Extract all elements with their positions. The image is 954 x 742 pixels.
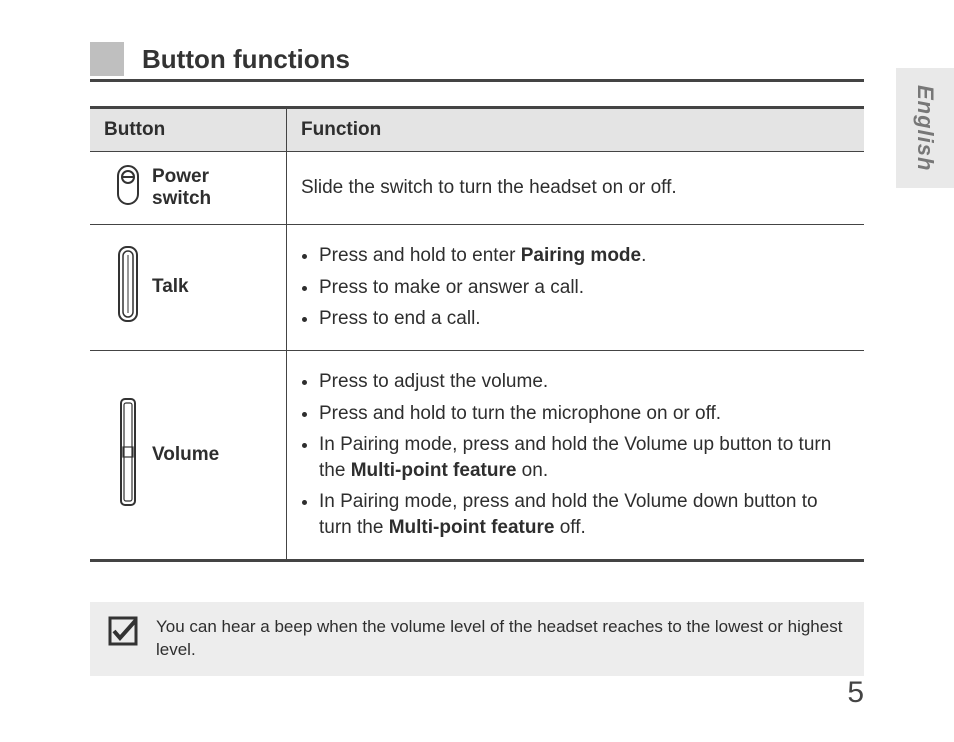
button-functions-table: Button Function Power switch Slide the s… bbox=[90, 106, 864, 562]
heading-title: Button functions bbox=[142, 44, 350, 75]
power-switch-label: Power switch bbox=[152, 152, 287, 225]
table-row: Volume Press to adjust the volume. Press… bbox=[90, 350, 864, 560]
talk-button-label: Talk bbox=[152, 225, 287, 351]
list-item: Press and hold to turn the microphone on… bbox=[319, 401, 850, 427]
volume-button-desc: Press to adjust the volume. Press and ho… bbox=[287, 350, 865, 560]
list-item: Press and hold to enter Pairing mode. bbox=[319, 243, 850, 269]
note-text: You can hear a beep when the volume leve… bbox=[156, 616, 846, 662]
heading-decor bbox=[90, 42, 124, 76]
language-tab: English bbox=[896, 68, 954, 188]
note-box: You can hear a beep when the volume leve… bbox=[90, 602, 864, 676]
list-item: In Pairing mode, press and hold the Volu… bbox=[319, 432, 850, 483]
volume-button-label: Volume bbox=[152, 350, 287, 560]
heading-rule bbox=[90, 79, 864, 82]
volume-button-icon bbox=[90, 350, 152, 560]
section-heading: Button functions bbox=[90, 42, 864, 76]
talk-button-desc: Press and hold to enter Pairing mode. Pr… bbox=[287, 225, 865, 351]
check-icon bbox=[108, 616, 138, 646]
col-function: Function bbox=[287, 108, 865, 152]
language-label: English bbox=[912, 85, 938, 171]
talk-button-icon bbox=[90, 225, 152, 351]
list-item: Press to make or answer a call. bbox=[319, 275, 850, 301]
page-number: 5 bbox=[847, 676, 864, 710]
list-item: Press to end a call. bbox=[319, 306, 850, 332]
manual-page: English Button functions Button Function bbox=[0, 0, 954, 742]
table-row: Power switch Slide the switch to turn th… bbox=[90, 152, 864, 225]
power-switch-desc: Slide the switch to turn the headset on … bbox=[287, 152, 865, 225]
list-item: Press to adjust the volume. bbox=[319, 369, 850, 395]
col-button: Button bbox=[90, 108, 287, 152]
power-switch-icon bbox=[90, 152, 152, 225]
list-item: In Pairing mode, press and hold the Volu… bbox=[319, 489, 850, 540]
table-header-row: Button Function bbox=[90, 108, 864, 152]
table-row: Talk Press and hold to enter Pairing mod… bbox=[90, 225, 864, 351]
